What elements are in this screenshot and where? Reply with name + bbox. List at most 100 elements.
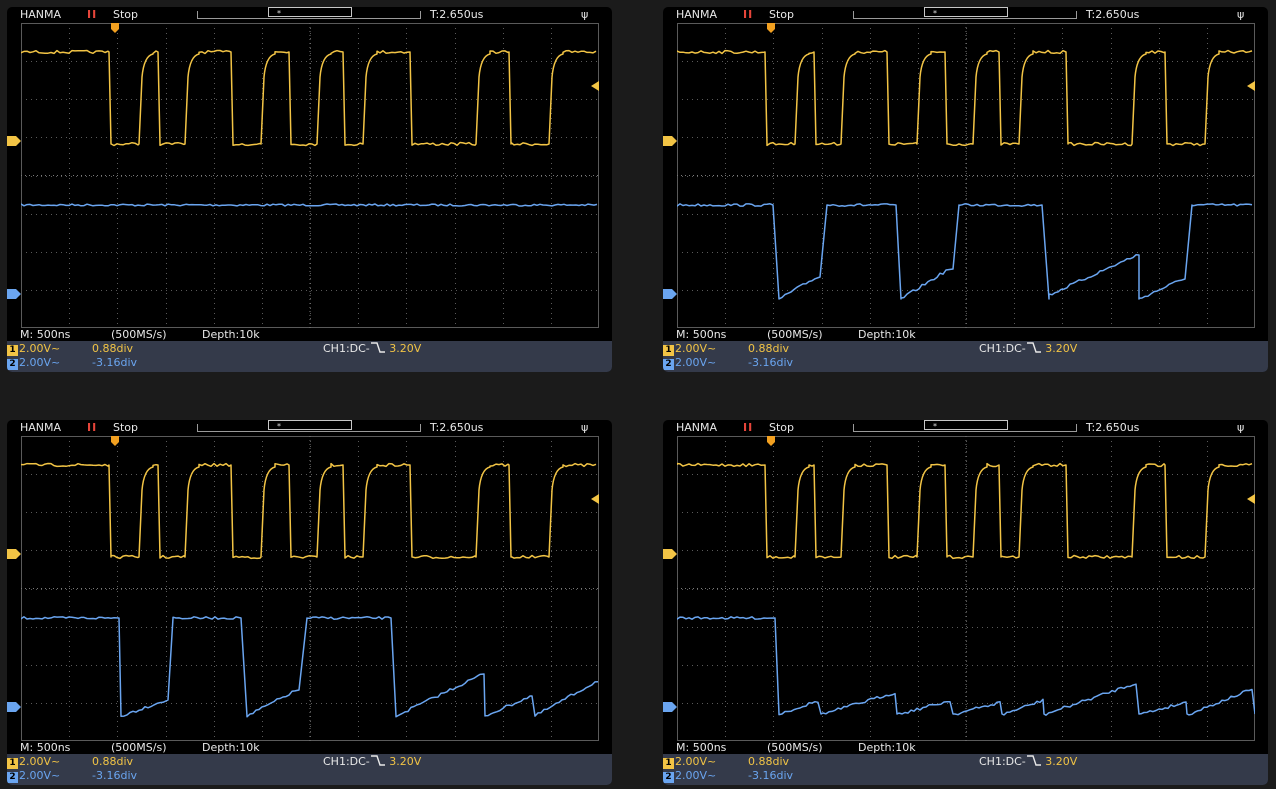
ch2-scale-label[interactable]: 2 2.00V~: [663, 356, 716, 370]
ch2-badge[interactable]: 2: [7, 359, 18, 370]
trigger-source-label: CH1:DC-: [323, 342, 370, 355]
status-area: M: 500ns (500MS/s) Depth:10k 1 2.00V~ 0.8…: [7, 328, 612, 372]
ch1-volts-div: 2.00V~: [19, 342, 61, 355]
ch2-scale-label[interactable]: 2 2.00V~: [7, 356, 60, 370]
ch2-scale-label[interactable]: 2 2.00V~: [663, 769, 716, 783]
oscilloscope-screen: HANMA II Stop * T:2.650us ψ M: 500ns (50…: [7, 420, 612, 785]
ch1-waveform: [677, 462, 1253, 560]
ch1-level-marker[interactable]: [663, 549, 677, 559]
status-area: M: 500ns (500MS/s) Depth:10k 1 2.00V~ 0.8…: [663, 328, 1268, 372]
trigger-settings-label[interactable]: CH1:DC- 3.20V: [979, 342, 1077, 355]
ch1-volts-div: 2.00V~: [675, 755, 717, 768]
trigger-time-label: T:2.650us: [1086, 8, 1140, 21]
waveform-plot[interactable]: [21, 23, 599, 328]
trigger-marker-icon[interactable]: [111, 436, 119, 446]
trigger-settings-label[interactable]: CH1:DC- 3.20V: [979, 755, 1077, 768]
ch2-volts-div: 2.00V~: [675, 769, 717, 782]
oscilloscope-screen: HANMA II Stop * T:2.650us ψ M: 500ns (50…: [663, 420, 1268, 785]
waveform-plot[interactable]: [21, 436, 599, 741]
channel-status-bar: 1 2.00V~ 0.88div 2 2.00V~ -3.16div CH1:DC-…: [7, 754, 612, 785]
ch1-scale-label[interactable]: 1 2.00V~: [663, 342, 716, 356]
ch1-scale-label[interactable]: 1 2.00V~: [663, 755, 716, 769]
view-window-marker[interactable]: *: [268, 7, 352, 18]
ch1-scale-label[interactable]: 1 2.00V~: [7, 342, 60, 356]
window-center-marker: *: [933, 422, 937, 431]
ch1-waveform: [21, 49, 597, 147]
waveform-plot[interactable]: [677, 436, 1255, 741]
ch2-level-marker[interactable]: [7, 702, 21, 712]
ch2-badge[interactable]: 2: [663, 772, 674, 783]
ch1-level-marker[interactable]: [663, 136, 677, 146]
memory-depth-label: Depth:10k: [202, 328, 260, 341]
run-state-label: Stop: [113, 421, 139, 434]
trigger-level-marker[interactable]: [1247, 81, 1255, 91]
trigger-level-label: 3.20V: [1045, 755, 1078, 768]
pause-icon[interactable]: II: [743, 421, 753, 434]
oscilloscope-screen: HANMA II Stop * T:2.650us ψ M: 500ns (50…: [7, 7, 612, 372]
trigger-level-marker[interactable]: [1247, 494, 1255, 504]
oscilloscope-screen: HANMA II Stop * T:2.650us ψ M: 500ns (50…: [663, 7, 1268, 372]
trigger-level-label: 3.20V: [1045, 342, 1078, 355]
ch2-level-marker[interactable]: [663, 289, 677, 299]
ch1-badge[interactable]: 1: [663, 345, 674, 356]
brand-label: HANMA: [20, 8, 62, 21]
run-state-label: Stop: [769, 421, 795, 434]
ch1-level-marker[interactable]: [7, 136, 21, 146]
memory-position-bar[interactable]: *: [853, 420, 1077, 432]
view-window-marker[interactable]: *: [268, 420, 352, 431]
trigger-level-label: 3.20V: [389, 342, 422, 355]
falling-edge-icon: [1026, 342, 1041, 353]
falling-edge-icon: [370, 755, 385, 766]
acquisition-info-row: M: 500ns (500MS/s) Depth:10k: [663, 328, 1268, 341]
trigger-settings-label[interactable]: CH1:DC- 3.20V: [323, 755, 421, 768]
usb-icon: ψ: [1237, 8, 1245, 21]
trigger-marker-icon[interactable]: [111, 23, 119, 33]
trigger-settings-label[interactable]: CH1:DC- 3.20V: [323, 342, 421, 355]
pause-icon[interactable]: II: [87, 8, 97, 21]
timebase-label[interactable]: M: 500ns: [20, 741, 70, 754]
ch2-level-marker[interactable]: [663, 702, 677, 712]
waveform-plot[interactable]: [677, 23, 1255, 328]
ch1-scale-label[interactable]: 1 2.00V~: [7, 755, 60, 769]
pause-icon[interactable]: II: [743, 8, 753, 21]
scope-header: HANMA II Stop * T:2.650us ψ: [663, 7, 1268, 23]
memory-depth-label: Depth:10k: [858, 741, 916, 754]
pause-icon[interactable]: II: [87, 421, 97, 434]
sample-rate-label: (500MS/s): [767, 741, 823, 754]
view-window-marker[interactable]: *: [924, 7, 1008, 18]
scope-header: HANMA II Stop * T:2.650us ψ: [663, 420, 1268, 436]
scope-header: HANMA II Stop * T:2.650us ψ: [7, 420, 612, 436]
ch1-badge[interactable]: 1: [7, 345, 18, 356]
trigger-marker-icon[interactable]: [767, 436, 775, 446]
ch2-badge[interactable]: 2: [7, 772, 18, 783]
memory-position-bar[interactable]: *: [197, 420, 421, 432]
trigger-level-label: 3.20V: [389, 755, 422, 768]
trigger-source-label: CH1:DC-: [323, 755, 370, 768]
ch1-badge[interactable]: 1: [7, 758, 18, 769]
ch2-level-marker[interactable]: [7, 289, 21, 299]
ch2-volts-div: 2.00V~: [675, 356, 717, 369]
acquisition-info-row: M: 500ns (500MS/s) Depth:10k: [663, 741, 1268, 754]
trigger-marker-icon[interactable]: [767, 23, 775, 33]
memory-position-bar[interactable]: *: [197, 7, 421, 19]
trigger-level-marker[interactable]: [591, 81, 599, 91]
falling-edge-icon: [1026, 755, 1041, 766]
ch2-offset-label: -3.16div: [92, 769, 138, 782]
trigger-level-marker[interactable]: [591, 494, 599, 504]
ch2-badge[interactable]: 2: [663, 359, 674, 370]
ch1-offset-label: 0.88div: [748, 342, 790, 355]
ch1-level-marker[interactable]: [7, 549, 21, 559]
ch1-offset-label: 0.88div: [92, 755, 134, 768]
scope-header: HANMA II Stop * T:2.650us ψ: [7, 7, 612, 23]
window-center-marker: *: [933, 9, 937, 18]
timebase-label[interactable]: M: 500ns: [676, 328, 726, 341]
ch2-volts-div: 2.00V~: [19, 356, 61, 369]
memory-position-bar[interactable]: *: [853, 7, 1077, 19]
ch1-offset-label: 0.88div: [92, 342, 134, 355]
window-center-marker: *: [277, 9, 281, 18]
timebase-label[interactable]: M: 500ns: [676, 741, 726, 754]
ch1-badge[interactable]: 1: [663, 758, 674, 769]
view-window-marker[interactable]: *: [924, 420, 1008, 431]
ch2-scale-label[interactable]: 2 2.00V~: [7, 769, 60, 783]
timebase-label[interactable]: M: 500ns: [20, 328, 70, 341]
